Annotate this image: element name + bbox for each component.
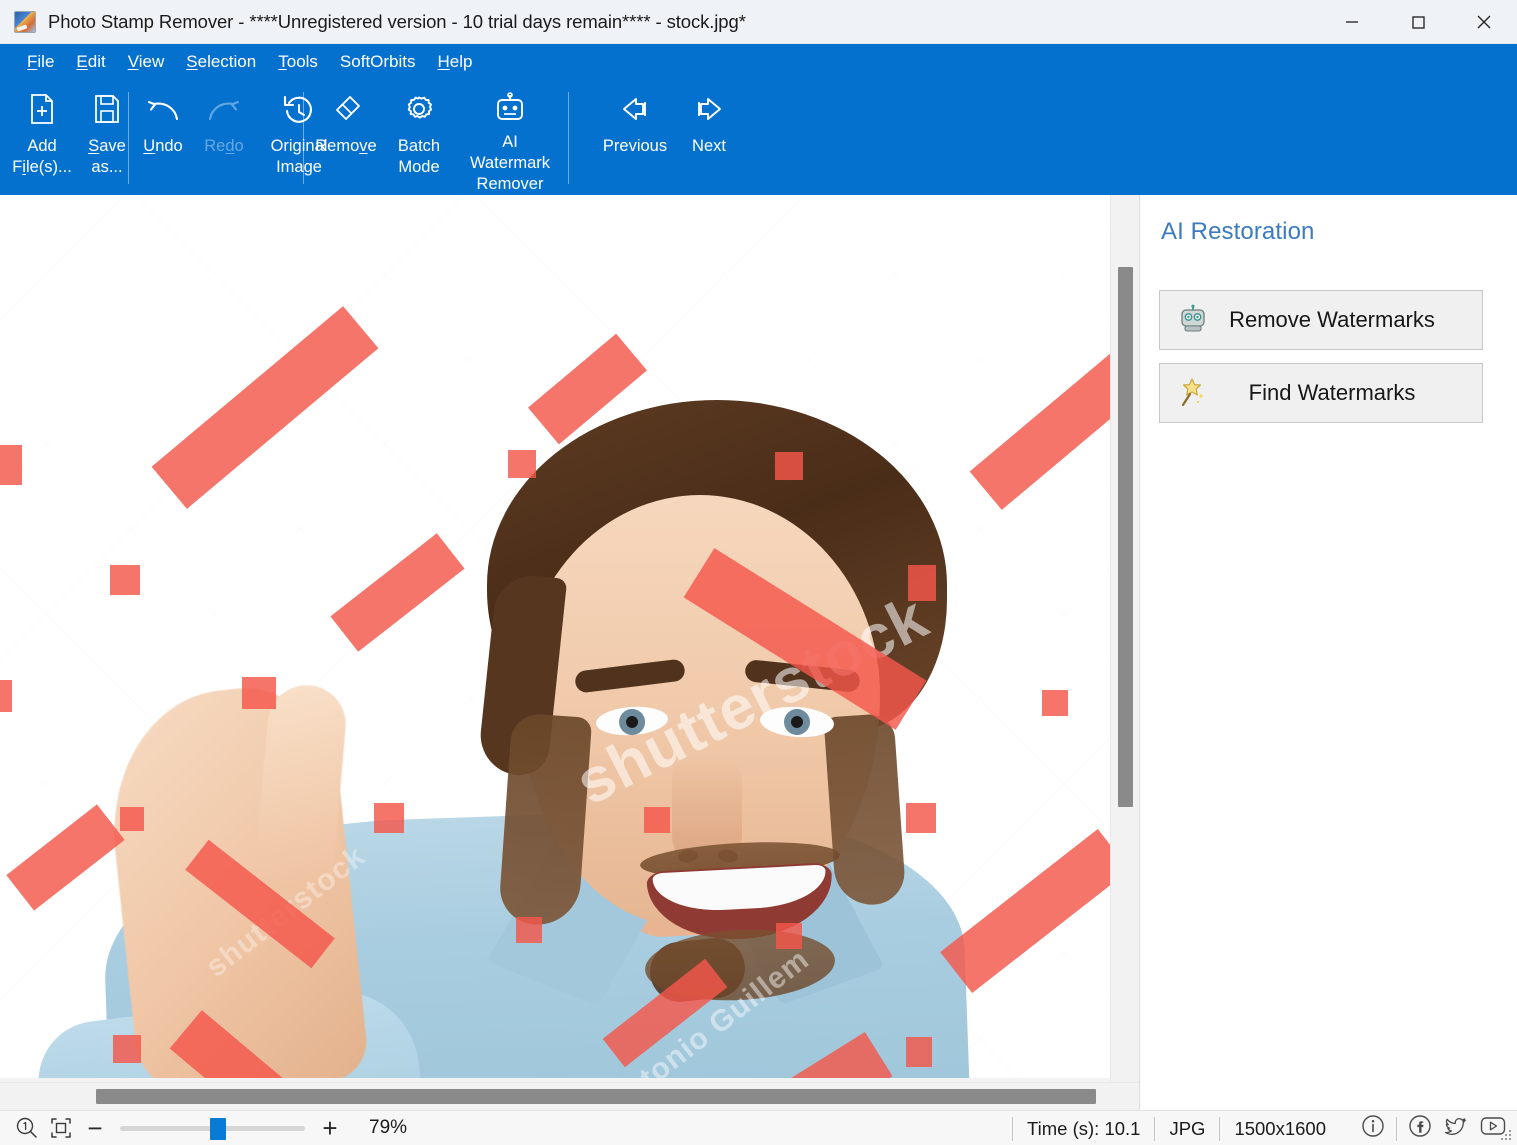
- toolbar-separator-3: [568, 92, 569, 184]
- toolbar-separator-2: [303, 92, 304, 184]
- resize-grip[interactable]: [1499, 1128, 1513, 1142]
- close-button[interactable]: [1451, 0, 1517, 43]
- remove-label: Remove: [315, 137, 377, 155]
- remove-watermarks-button[interactable]: Remove Watermarks: [1159, 290, 1483, 350]
- undo-label: Undo: [143, 137, 183, 155]
- ai-restoration-panel: AI Restoration Remove Watermarks Find Wa…: [1139, 195, 1517, 1110]
- zoom-actual-size-button[interactable]: [10, 1112, 44, 1144]
- zoom-slider-thumb[interactable]: [210, 1118, 226, 1140]
- status-divider: [1396, 1116, 1397, 1141]
- zoom-out-label: −: [87, 1113, 103, 1143]
- menu-item-selection[interactable]: Selection: [177, 49, 265, 75]
- info-icon: [1362, 1115, 1384, 1137]
- minimize-icon: [1346, 20, 1358, 23]
- robot-icon: [493, 92, 527, 130]
- maximize-button[interactable]: [1385, 0, 1451, 43]
- magic-wand-icon: [1170, 377, 1216, 409]
- menu-bar: File Edit View Selection Tools SoftOrbit…: [0, 44, 1517, 80]
- zoom-in-button[interactable]: +: [313, 1112, 347, 1144]
- minimize-button[interactable]: [1319, 0, 1385, 43]
- title-bar: Photo Stamp Remover - ****Unregistered v…: [0, 0, 1517, 44]
- redo-label: Redo: [204, 137, 244, 155]
- redo-arrow-icon: [204, 92, 244, 134]
- robot-icon: [1170, 304, 1216, 336]
- photo-image[interactable]: shutterstock Antonio Guillem shutterstoc…: [0, 195, 1110, 1078]
- next-label: Next: [692, 137, 726, 155]
- menu-item-tools[interactable]: Tools: [269, 49, 327, 75]
- zoom-percent-label: 79%: [369, 1117, 408, 1138]
- batch-mode-label: Batch Mode: [397, 137, 441, 177]
- zoom-fit-icon: [51, 1118, 71, 1138]
- info-button[interactable]: [1360, 1113, 1386, 1144]
- window-controls: [1319, 0, 1517, 43]
- add-file-icon: [26, 92, 58, 134]
- window-title: Photo Stamp Remover - ****Unregistered v…: [48, 10, 746, 32]
- horizontal-scroll-thumb[interactable]: [96, 1089, 1096, 1104]
- add-files-label: Add File(s)...: [12, 137, 72, 177]
- main-toolbar: Add File(s)... Save as... Undo Redo Orig…: [0, 80, 1517, 226]
- next-button[interactable]: Next: [678, 80, 740, 195]
- format-label: JPG: [1154, 1116, 1219, 1141]
- zoom-controls: − + 79%: [0, 1112, 425, 1144]
- previous-button[interactable]: Previous: [592, 80, 678, 195]
- panel-title: AI Restoration: [1161, 218, 1315, 245]
- facebook-button[interactable]: [1407, 1113, 1433, 1144]
- add-files-button[interactable]: Add File(s)...: [8, 80, 76, 195]
- undo-button[interactable]: Undo: [133, 80, 193, 195]
- status-icons: [1346, 1113, 1507, 1144]
- status-right: Time (s): 10.1 JPG 1500x1600: [1012, 1111, 1507, 1145]
- remove-button[interactable]: Remove: [308, 80, 384, 195]
- zoom-fit-button[interactable]: [44, 1112, 78, 1144]
- facebook-icon: [1409, 1115, 1431, 1137]
- ai-watermark-remover-label: AI Watermark Remover: [469, 132, 551, 193]
- twitter-icon: [1444, 1117, 1466, 1135]
- find-watermarks-label: Find Watermarks: [1248, 380, 1416, 405]
- zoom-slider[interactable]: [120, 1112, 305, 1144]
- dimensions-label: 1500x1600: [1219, 1116, 1340, 1141]
- menu-item-file[interactable]: File: [18, 49, 63, 75]
- menu-item-view[interactable]: View: [119, 49, 174, 75]
- eraser-icon: [329, 92, 363, 134]
- vertical-scrollbar[interactable]: [1110, 195, 1139, 1082]
- horizontal-scrollbar[interactable]: [0, 1082, 1139, 1110]
- find-watermarks-button[interactable]: Find Watermarks: [1159, 363, 1483, 423]
- status-bar: − + 79% Time (s): 10.1 JPG 1500x1600: [0, 1110, 1517, 1145]
- zoom-in-label: +: [322, 1113, 338, 1143]
- twitter-button[interactable]: [1443, 1113, 1469, 1144]
- save-as-label: Save as...: [88, 137, 126, 177]
- remove-watermarks-label: Remove Watermarks: [1229, 307, 1435, 332]
- image-canvas[interactable]: shutterstock Antonio Guillem shutterstoc…: [0, 195, 1139, 1110]
- close-icon: [1477, 14, 1491, 29]
- save-icon: [91, 92, 123, 134]
- menu-item-help[interactable]: Help: [429, 49, 482, 75]
- photo-app-icon: [14, 10, 36, 33]
- batch-mode-button[interactable]: Batch Mode: [384, 80, 454, 195]
- vertical-scroll-thumb[interactable]: [1118, 267, 1133, 807]
- menu-item-edit[interactable]: Edit: [67, 49, 114, 75]
- zoom-out-button[interactable]: −: [78, 1112, 112, 1144]
- zoom-actual-size-icon: [16, 1117, 37, 1138]
- arrow-right-icon: [690, 92, 728, 134]
- undo-arrow-icon: [143, 92, 183, 134]
- maximize-icon: [1412, 15, 1425, 29]
- previous-label: Previous: [602, 137, 668, 155]
- ai-watermark-remover-button[interactable]: AI Watermark Remover: [454, 80, 566, 195]
- menu-item-softorbits[interactable]: SoftOrbits: [331, 49, 425, 75]
- gear-icon: [402, 92, 436, 134]
- arrow-left-icon: [616, 92, 654, 134]
- toolbar-separator: [128, 92, 129, 184]
- application-window: Photo Stamp Remover - ****Unregistered v…: [0, 0, 1517, 1145]
- time-label: Time (s): 10.1: [1012, 1116, 1154, 1141]
- photo-subject: [0, 195, 1110, 1078]
- redo-button[interactable]: Redo: [193, 80, 255, 195]
